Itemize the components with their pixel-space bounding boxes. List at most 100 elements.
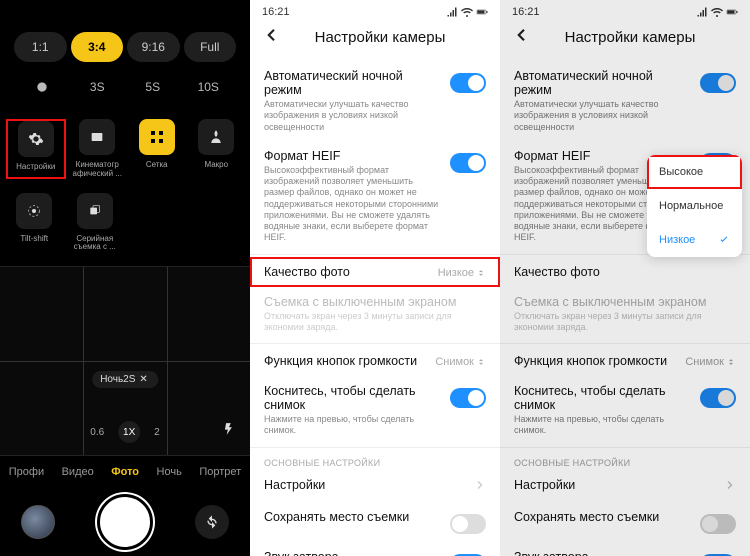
wifi-icon	[711, 6, 723, 18]
signal-icon	[446, 6, 458, 18]
zoom-1x[interactable]: 1X	[118, 421, 140, 443]
divider	[500, 343, 750, 344]
volume-btn-row[interactable]: Функция кнопок громкости Снимок	[250, 346, 500, 376]
gallery-thumbnail[interactable]	[21, 505, 55, 539]
volume-btn-title: Функция кнопок громкости	[514, 354, 677, 368]
mode-photo[interactable]: Фото	[111, 466, 139, 478]
auto-night-toggle[interactable]	[700, 73, 736, 93]
mode-night[interactable]: Ночь	[157, 466, 182, 478]
auto-night-row[interactable]: Автоматический ночной режимАвтоматически…	[500, 61, 750, 141]
gear-icon	[28, 131, 44, 147]
macro-icon	[208, 129, 224, 145]
burst-label: Серийная съемка с ...	[67, 235, 124, 253]
mode-pro[interactable]: Профи	[9, 466, 44, 478]
auto-night-sub: Автоматически улучшать качество изображе…	[264, 99, 442, 133]
page-title: Настройки камеры	[298, 29, 462, 46]
volume-btn-value: Снимок	[685, 356, 736, 368]
heif-row[interactable]: Формат HEIFВысокоэффективный формат изоб…	[250, 141, 500, 252]
burst-tile[interactable]: Серийная съемка с ...	[67, 193, 124, 253]
timer-3s[interactable]: 3S	[70, 80, 126, 97]
shutter-button[interactable]	[97, 494, 153, 550]
save-location-row[interactable]: Сохранять место съемки	[500, 502, 750, 542]
tap-shoot-sub: Нажмите на превью, чтобы сделать снимок.	[264, 414, 442, 437]
mode-portrait[interactable]: Портрет	[199, 466, 241, 478]
back-button[interactable]	[512, 26, 530, 49]
tiltshift-tile[interactable]: Tilt-shift	[6, 193, 63, 253]
close-icon[interactable]: ✕	[139, 374, 147, 385]
shutter-sound-row[interactable]: Звук затвора	[250, 542, 500, 556]
aspect-1-1[interactable]: 1:1	[14, 32, 67, 62]
divider	[250, 254, 500, 255]
volume-btn-row[interactable]: Функция кнопок громкости Снимок	[500, 346, 750, 376]
tap-shoot-sub: Нажмите на превью, чтобы сделать снимок.	[514, 414, 692, 437]
screenoff-row: Съемка с выключенным экраномОтключать эк…	[500, 287, 750, 342]
zoom-2[interactable]: 2	[154, 427, 160, 438]
volume-btn-value: Снимок	[435, 356, 486, 368]
settings-subrow[interactable]: Настройки	[250, 468, 500, 502]
switch-camera-button[interactable]	[195, 505, 229, 539]
back-button[interactable]	[262, 26, 280, 49]
cinematic-tile[interactable]: Кинематогр афический ...	[70, 119, 126, 179]
divider	[250, 343, 500, 344]
flash-icon[interactable]	[222, 422, 236, 441]
viewfinder[interactable]: Ночь2S ✕ 0.6 1X 2	[0, 266, 250, 456]
tap-shoot-row[interactable]: Коснитесь, чтобы сделать снимокНажмите н…	[250, 376, 500, 445]
shutter-sound-title: Звук затвора	[264, 550, 442, 556]
save-location-toggle[interactable]	[450, 514, 486, 534]
section-label: ОСНОВНЫЕ НАСТРОЙКИ	[250, 450, 500, 468]
tap-shoot-row[interactable]: Коснитесь, чтобы сделать снимокНажмите н…	[500, 376, 750, 445]
tap-shoot-title: Коснитесь, чтобы сделать снимок	[514, 384, 692, 412]
camera-options-row2: Tilt-shift Серийная съемка с ...	[0, 193, 250, 267]
save-location-title: Сохранять место съемки	[264, 510, 442, 524]
auto-night-toggle[interactable]	[450, 73, 486, 93]
settings-subrow[interactable]: Настройки	[500, 468, 750, 502]
chevron-updown-icon	[476, 268, 486, 278]
settings-subrow-title: Настройки	[514, 478, 724, 492]
settings-panel: 16:21 Настройки камеры Автоматический но…	[250, 0, 500, 556]
auto-night-row[interactable]: Автоматический ночной режимАвтоматически…	[250, 61, 500, 141]
save-location-toggle[interactable]	[700, 514, 736, 534]
timer-10s[interactable]: 10S	[181, 80, 237, 97]
quality-normal-option[interactable]: Нормальное	[647, 189, 742, 223]
aspect-9-16[interactable]: 9:16	[127, 32, 180, 62]
timer-icon[interactable]	[14, 80, 70, 97]
status-bar: 16:21	[250, 0, 500, 20]
auto-night-sub: Автоматически улучшать качество изображе…	[514, 99, 692, 133]
heif-toggle[interactable]	[450, 153, 486, 173]
quality-low-option[interactable]: Низкое	[647, 223, 742, 257]
volume-btn-title: Функция кнопок громкости	[264, 354, 427, 368]
macro-tile[interactable]: Макро	[189, 119, 245, 179]
chevron-updown-icon	[476, 357, 486, 367]
camera-options-row1: Настройки Кинематогр афический ... Сетка…	[0, 111, 250, 193]
burst-icon	[87, 203, 103, 219]
photo-quality-row[interactable]: Качество фото Низкое	[250, 257, 500, 287]
chevron-right-icon	[724, 479, 736, 491]
heif-sub: Высокоэффективный формат изображений поз…	[264, 165, 442, 244]
mode-video[interactable]: Видео	[62, 466, 94, 478]
settings-tile[interactable]: Настройки	[6, 119, 66, 179]
tap-shoot-toggle[interactable]	[700, 388, 736, 408]
save-location-row[interactable]: Сохранять место съемки	[250, 502, 500, 542]
status-bar: 16:21	[500, 0, 750, 20]
screenoff-row: Съемка с выключенным экраномОтключать эк…	[250, 287, 500, 342]
screenoff-title: Съемка с выключенным экраном	[264, 295, 486, 309]
photo-quality-row[interactable]: Качество фото	[500, 257, 750, 287]
clock: 16:21	[512, 6, 540, 18]
gridline	[0, 361, 250, 362]
night-tag[interactable]: Ночь2S ✕	[92, 371, 158, 388]
timer-5s[interactable]: 5S	[125, 80, 181, 97]
aspect-3-4[interactable]: 3:4	[71, 32, 124, 62]
quality-high-option[interactable]: Высокое	[647, 155, 742, 189]
settings-subrow-title: Настройки	[264, 478, 474, 492]
night-tag-label: Ночь2S	[100, 374, 135, 385]
shutter-sound-title: Звук затвора	[514, 550, 692, 556]
zoom-0-6[interactable]: 0.6	[90, 427, 104, 438]
tap-shoot-toggle[interactable]	[450, 388, 486, 408]
shutter-sound-row[interactable]: Звук затвора	[500, 542, 750, 556]
aspect-full[interactable]: Full	[184, 32, 237, 62]
grid-tile[interactable]: Сетка	[129, 119, 185, 179]
wifi-icon	[461, 6, 473, 18]
clock: 16:21	[262, 6, 290, 18]
zoom-row: 0.6 1X 2	[90, 421, 159, 443]
divider	[250, 447, 500, 448]
